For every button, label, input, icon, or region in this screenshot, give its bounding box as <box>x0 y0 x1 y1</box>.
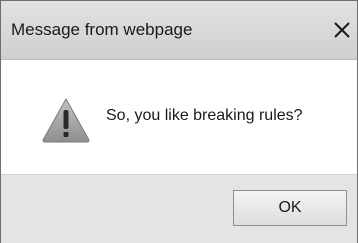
close-icon <box>334 22 350 38</box>
dialog-title: Message from webpage <box>11 20 193 39</box>
warning-icon <box>42 97 90 143</box>
ok-button[interactable]: OK <box>233 190 347 226</box>
dialog-footer: OK <box>1 174 357 243</box>
dialog-body: So, you like breaking rules? <box>1 60 357 174</box>
close-button[interactable] <box>327 7 357 53</box>
title-bar[interactable]: Message from webpage <box>1 1 357 60</box>
message-dialog: Message from webpage So, you like breaki… <box>0 0 358 243</box>
dialog-message: So, you like breaking rules? <box>106 107 303 124</box>
